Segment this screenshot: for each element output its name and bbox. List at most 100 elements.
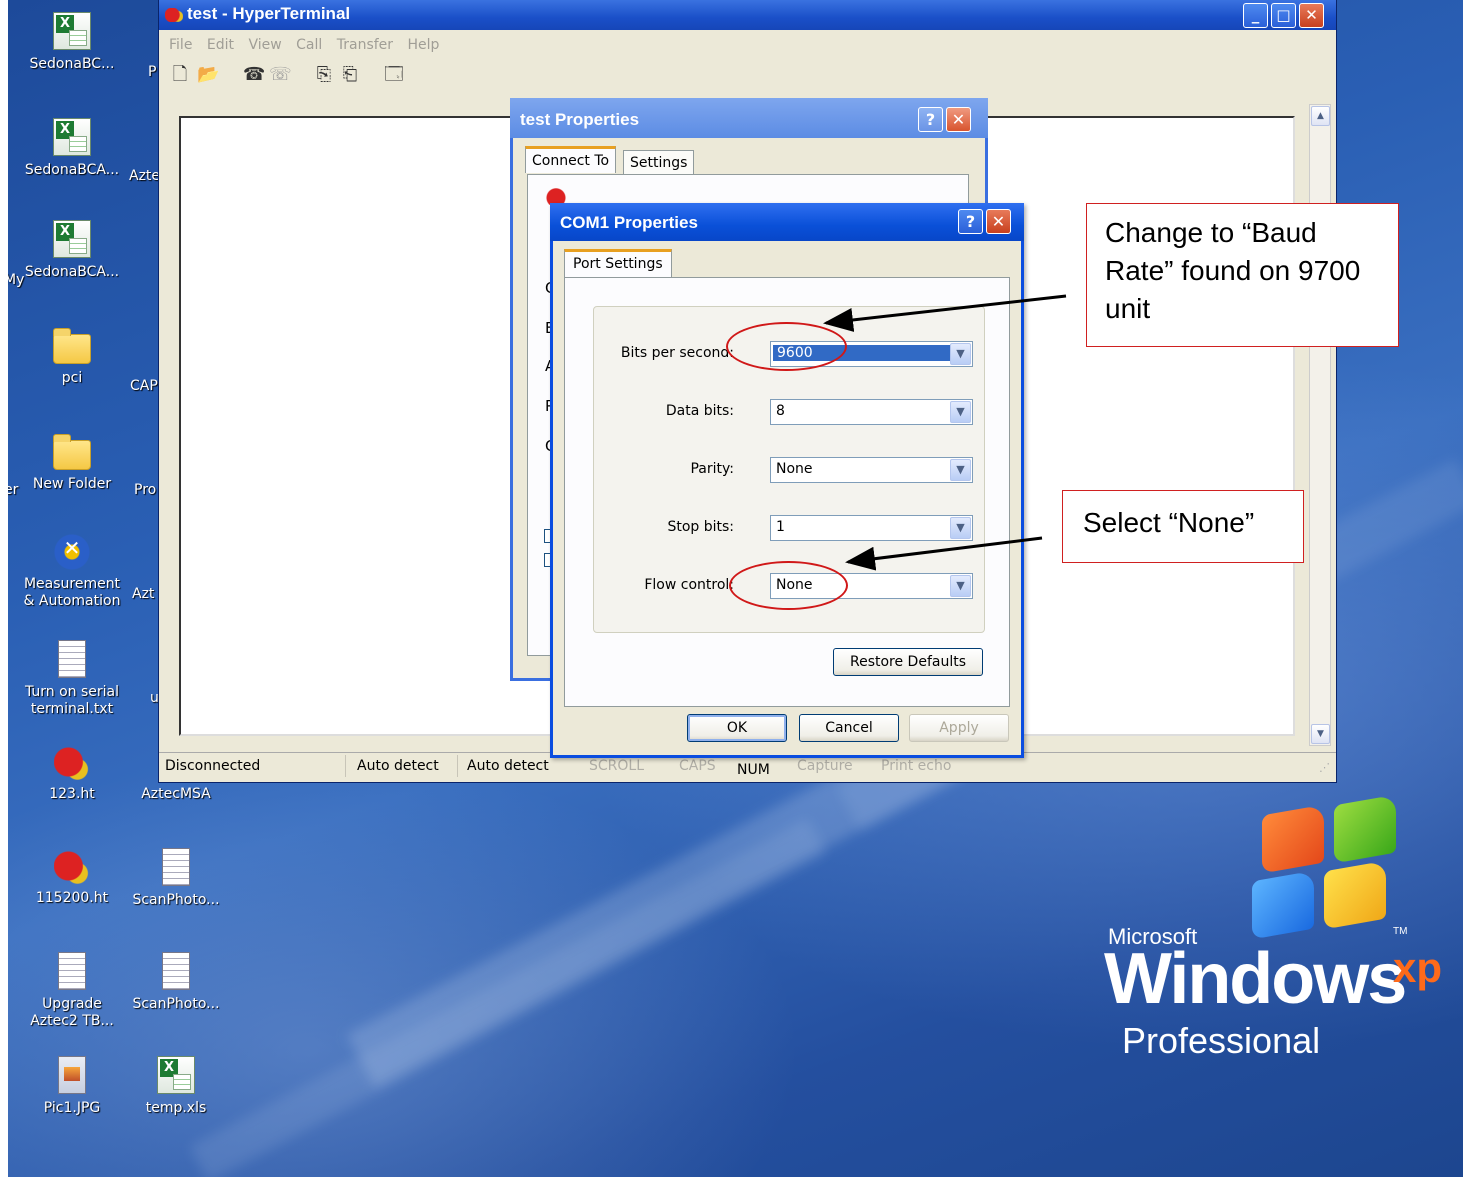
desktop-icon-label: SedonaBCA... (24, 162, 120, 178)
status-divider (457, 755, 458, 777)
test-properties-titlebar[interactable]: test Properties ? ✕ (510, 98, 988, 138)
open-folder-icon[interactable]: 📂 (197, 64, 219, 86)
desktop-icon-123-ht[interactable]: 123.ht (20, 744, 124, 803)
help-button[interactable]: ? (918, 107, 943, 132)
desktop-icon-115200-ht[interactable]: 115200.ht (20, 848, 124, 907)
ok-button[interactable]: OK (687, 714, 787, 742)
chevron-down-icon[interactable]: ▼ (950, 575, 971, 597)
vertical-scrollbar[interactable]: ▲ ▼ (1309, 104, 1331, 746)
desktop-icon-label: pci (61, 370, 83, 386)
desktop-icon-label: SedonaBC... (29, 56, 115, 72)
logo-professional: Professional (1122, 1020, 1321, 1061)
excel-file-icon (157, 1056, 195, 1094)
parity-select[interactable]: None ▼ (770, 457, 973, 483)
menu-transfer[interactable]: Transfer (337, 37, 393, 53)
logo-flag-green (1334, 794, 1396, 864)
hyperterminal-titlebar[interactable]: test - HyperTerminal _ □ ✕ (159, 0, 1336, 30)
desktop-icon-sedonabc[interactable]: SedonaBC... (20, 12, 124, 73)
status-capture: Capture (797, 758, 853, 774)
disconnect-icon[interactable]: ☏ (269, 64, 292, 86)
close-button[interactable]: ✕ (986, 209, 1011, 234)
stop-bits-label: Stop bits: (667, 519, 734, 535)
new-file-icon[interactable]: 🗋 (169, 64, 191, 86)
desktop-icon-pic1-jpg[interactable]: Pic1.JPG (20, 1056, 124, 1117)
text-file-icon (58, 952, 86, 990)
menu-help[interactable]: Help (408, 37, 440, 53)
scroll-down-icon[interactable]: ▼ (1311, 724, 1330, 744)
desktop-icon-label: SedonaBCA... (24, 264, 120, 280)
ni-max-icon (54, 534, 90, 570)
text-file-icon (162, 848, 190, 886)
desktop-icon-label: Measurement & Automation (23, 576, 121, 609)
hyperterminal-file-icon (54, 744, 90, 780)
desktop-icon-label: 115200.ht (35, 890, 109, 906)
logo-tm: TM (1393, 926, 1408, 937)
resize-grip-icon[interactable]: ⋰ (1319, 761, 1330, 774)
desktop-icon-aztecmsa[interactable]: AztecMSA (124, 786, 228, 803)
folder-icon (53, 434, 91, 470)
tab-settings[interactable]: Settings (623, 150, 695, 175)
desktop-icon-sedonabca-1[interactable]: SedonaBCA... (20, 118, 124, 179)
flow-control-annotation: Select “None” (1062, 490, 1304, 563)
tab-connect-to[interactable]: Connect To (525, 146, 617, 173)
text-file-icon (58, 640, 86, 678)
dialog-title: COM1 Properties (560, 213, 698, 232)
desktop-icon-sedonabca-2[interactable]: SedonaBCA... (20, 220, 124, 281)
stop-bits-select[interactable]: 1 ▼ (770, 515, 973, 541)
send-file-icon[interactable]: ⎘ (313, 64, 335, 86)
chevron-down-icon[interactable]: ▼ (950, 517, 971, 539)
desktop-icon-measurement-automation[interactable]: Measurement & Automation (20, 534, 124, 610)
tab-port-settings[interactable]: Port Settings (564, 249, 672, 278)
chevron-down-icon[interactable]: ▼ (950, 401, 971, 423)
help-button[interactable]: ? (958, 209, 983, 234)
receive-file-icon[interactable]: ⎗ (339, 64, 361, 86)
excel-file-icon (53, 220, 91, 258)
data-bits-value: 8 (776, 403, 785, 419)
flow-control-highlight-ellipse (729, 561, 848, 610)
status-caps: CAPS (679, 758, 716, 774)
excel-file-icon (53, 118, 91, 156)
scroll-up-icon[interactable]: ▲ (1311, 106, 1330, 126)
desktop-icon-turn-on-serial[interactable]: Turn on serial terminal.txt (20, 640, 124, 718)
restore-defaults-button[interactable]: Restore Defaults (833, 648, 983, 676)
desktop-icon-temp-xls[interactable]: temp.xls (124, 1056, 228, 1117)
data-bits-label: Data bits: (665, 403, 734, 419)
desktop-icon-label: AztecMSA (141, 786, 211, 802)
com1-properties-dialog: COM1 Properties ? ✕ Port Settings Bits p… (550, 203, 1024, 758)
desktop-icon-new-folder[interactable]: New Folder (20, 432, 124, 493)
maximize-button[interactable]: □ (1271, 3, 1296, 28)
desktop-icon-scanphoto-1[interactable]: ScanPhoto... (124, 848, 228, 909)
chevron-down-icon[interactable]: ▼ (950, 459, 971, 481)
connect-phone-icon[interactable]: ☎ (243, 64, 265, 86)
desktop-icon-scanphoto-2[interactable]: ScanPhoto... (124, 952, 228, 1013)
cancel-button[interactable]: Cancel (799, 714, 899, 742)
desktop-icon-pci[interactable]: pci (20, 326, 124, 387)
parity-value: None (776, 461, 813, 477)
partial-label: My (8, 272, 25, 288)
text-file-icon (162, 952, 190, 990)
hyperterminal-app-icon[interactable] (165, 8, 183, 22)
chevron-down-icon[interactable]: ▼ (950, 343, 971, 365)
data-bits-select[interactable]: 8 ▼ (770, 399, 973, 425)
desktop-icon-label: Turn on serial terminal.txt (24, 684, 120, 717)
flow-control-label: Flow control: (644, 577, 734, 593)
desktop-icon-label: ScanPhoto... (132, 892, 220, 908)
apply-button[interactable]: Apply (909, 714, 1009, 742)
baud-rate-highlight-ellipse (726, 322, 847, 371)
com1-properties-titlebar[interactable]: COM1 Properties ? ✕ (550, 203, 1024, 241)
menu-file[interactable]: File (169, 37, 192, 53)
menu-bar: File Edit View Call Transfer Help (159, 32, 1336, 58)
menu-view[interactable]: View (248, 37, 281, 53)
desktop-icon-upgrade-aztec2[interactable]: Upgrade Aztec2 TB... (20, 952, 124, 1030)
menu-edit[interactable]: Edit (207, 37, 234, 53)
window-title: test - HyperTerminal (187, 4, 351, 23)
properties-icon[interactable]: 🗔 (383, 64, 405, 86)
minimize-button[interactable]: _ (1243, 3, 1268, 28)
partial-label: Pro (134, 482, 157, 498)
close-button[interactable]: ✕ (946, 107, 971, 132)
parity-label: Parity: (690, 461, 734, 477)
status-detect-1: Auto detect (357, 758, 439, 774)
menu-call[interactable]: Call (296, 37, 322, 53)
logo-flag-blue (1252, 870, 1314, 940)
close-button[interactable]: ✕ (1299, 3, 1324, 28)
